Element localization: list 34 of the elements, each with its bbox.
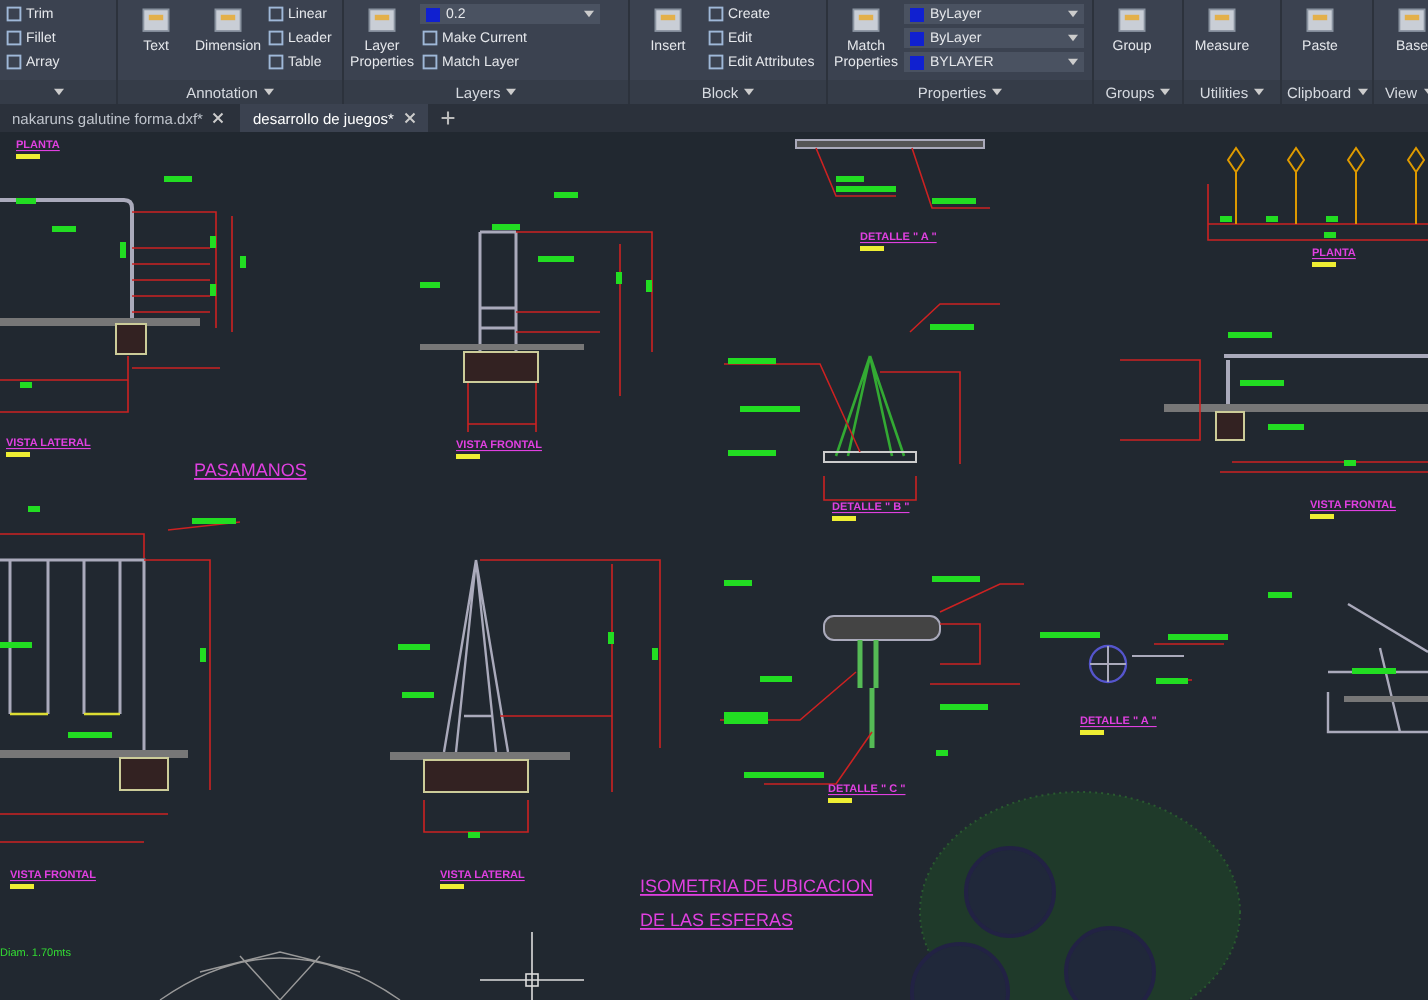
scale-mark (10, 884, 34, 889)
scale-mark (456, 454, 480, 459)
color-swatch (910, 55, 924, 69)
caret-icon (1357, 88, 1368, 96)
color-swatch (910, 31, 924, 45)
caret-icon (992, 88, 1003, 96)
caret-icon (1068, 10, 1078, 18)
scale-mark (1310, 514, 1334, 519)
caret-icon (263, 88, 274, 96)
caret-icon (506, 88, 517, 96)
scale-mark (860, 246, 884, 251)
drawing-title: PASAMANOS (194, 460, 307, 480)
new-tab-icon[interactable] (439, 110, 456, 126)
drawing-title: ISOMETRIA DE UBICACION (640, 876, 874, 896)
color-swatch (910, 7, 924, 21)
scale-mark (828, 798, 852, 803)
caret-icon (1068, 58, 1078, 66)
scale-mark (16, 154, 40, 159)
scale-mark (440, 884, 464, 889)
caret-icon (1160, 88, 1171, 96)
close-icon[interactable] (403, 112, 416, 124)
color-swatch (426, 7, 440, 21)
scale-mark (832, 516, 856, 521)
caret-icon (1254, 88, 1265, 96)
scale-mark (1080, 730, 1104, 735)
drawing-title: DE LAS ESFERAS (640, 910, 794, 930)
caret-icon (1068, 34, 1078, 42)
scale-mark (6, 452, 30, 457)
cursor-crosshair-icon (479, 931, 585, 1000)
caret-icon (744, 88, 755, 96)
caret-icon (584, 10, 594, 18)
close-icon[interactable] (212, 112, 225, 124)
caret-icon (53, 88, 63, 96)
scale-mark (1312, 262, 1336, 267)
